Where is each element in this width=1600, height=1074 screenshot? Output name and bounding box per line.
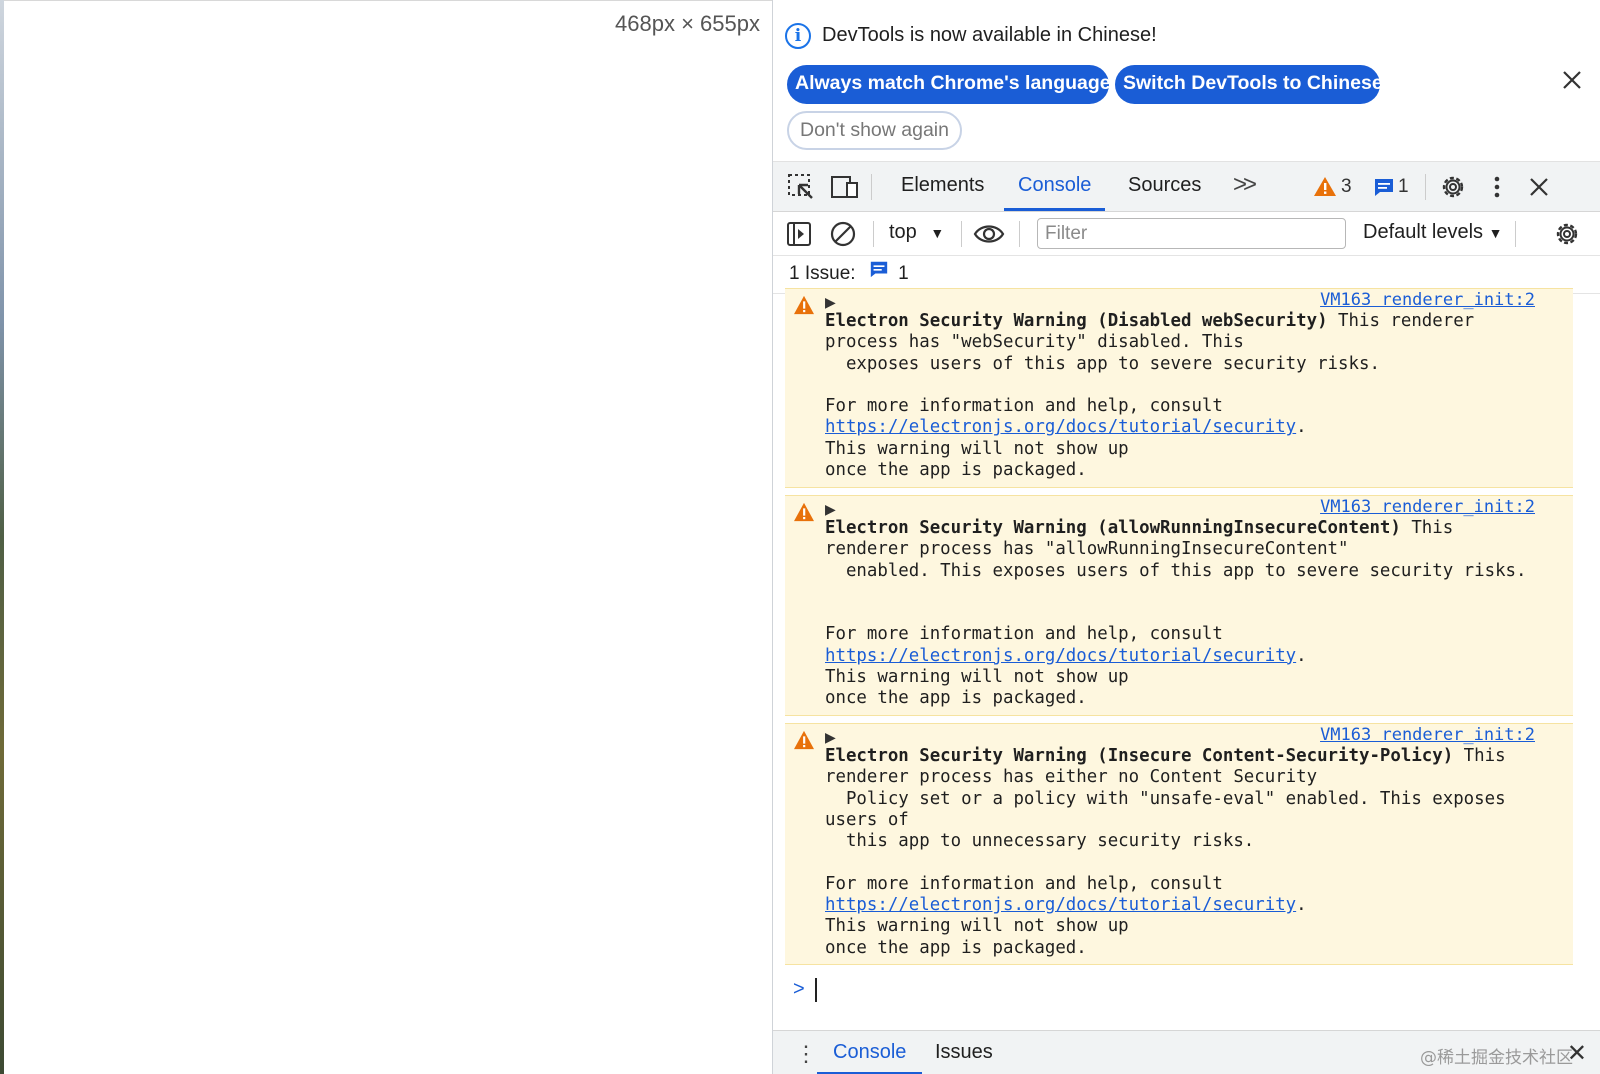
bottom-drawer: ⋮ Console Issues @稀土掘金技术社区 ✕ [773, 1030, 1600, 1074]
issues-count[interactable]: 1 [1398, 176, 1409, 198]
warnings-count[interactable]: 3 [1341, 176, 1352, 198]
dropdown-arrow-icon: ▼ [1488, 225, 1503, 241]
dropdown-arrow-icon: ▼ [930, 225, 945, 241]
tab-sources[interactable]: Sources [1114, 162, 1215, 211]
issues-icon [869, 256, 889, 292]
console-warning-message[interactable]: ▶ VM163 renderer_init:2 Electron Securit… [785, 288, 1573, 488]
separator [1515, 221, 1516, 247]
separator [871, 174, 872, 200]
warning-icon [793, 502, 815, 522]
page-viewport: 468px × 655px [4, 0, 772, 1074]
context-value: top [889, 221, 917, 243]
more-options-icon[interactable] [1481, 171, 1513, 203]
message-source-link[interactable]: VM163 renderer_init:2 [1320, 725, 1535, 745]
devtools-tabbar: Elements Console Sources >> 3 1 [773, 162, 1600, 212]
viewport-size-label: 468px × 655px [615, 11, 760, 36]
tab-console[interactable]: Console [1004, 162, 1106, 211]
more-tabs-button[interactable]: >> [1233, 171, 1257, 199]
warning-icon [793, 295, 815, 315]
warning-icon [793, 730, 815, 750]
levels-value: Default levels [1363, 221, 1484, 243]
info-icon: i [785, 23, 811, 49]
drawer-menu-icon[interactable]: ⋮ [795, 1041, 817, 1067]
separator [873, 221, 874, 247]
device-toolbar-icon[interactable] [829, 171, 861, 203]
log-levels-select[interactable]: Default levels ▼ [1363, 221, 1502, 244]
console-warning-message[interactable]: ▶ VM163 renderer_init:2 Electron Securit… [785, 495, 1573, 716]
message-title: Electron Security Warning (Disabled webS… [825, 311, 1328, 331]
always-match-language-button[interactable]: Always match Chrome's language [787, 65, 1111, 104]
message-title: Electron Security Warning (allowRunningI… [825, 518, 1401, 538]
context-select[interactable]: top ▼ [889, 221, 944, 244]
message-source-link[interactable]: VM163 renderer_init:2 [1320, 497, 1535, 517]
separator [1425, 174, 1426, 200]
message-title: Electron Security Warning (Insecure Cont… [825, 746, 1454, 766]
inspect-element-icon[interactable] [785, 171, 817, 203]
separator [961, 221, 962, 247]
sidebar-toggle-icon[interactable] [783, 218, 815, 250]
security-docs-link[interactable]: https://electronjs.org/docs/tutorial/sec… [825, 417, 1296, 437]
dont-show-again-button[interactable]: Don't show again [787, 111, 962, 150]
console-toolbar: top ▼ Default levels ▼ [773, 212, 1600, 256]
switch-to-chinese-button[interactable]: Switch DevTools to Chinese [1115, 65, 1383, 104]
close-icon[interactable] [1558, 66, 1586, 94]
clear-console-icon[interactable] [827, 218, 859, 250]
close-devtools-icon[interactable] [1523, 171, 1555, 203]
issues-icon[interactable] [1373, 176, 1395, 198]
issues-summary-count: 1 [898, 263, 909, 285]
settings-gear-icon[interactable] [1437, 171, 1469, 203]
console-input-caret[interactable] [815, 978, 817, 1002]
message-text: Electron Security Warning (allowRunningI… [825, 518, 1527, 710]
expand-triangle-icon[interactable]: ▶ [825, 294, 836, 311]
watermark-text: @稀土掘金技术社区 [1420, 1048, 1573, 1068]
separator [1019, 221, 1020, 247]
live-expression-eye-icon[interactable] [973, 218, 1005, 250]
issues-summary-label: 1 Issue: [789, 263, 856, 285]
drawer-tab-console[interactable]: Console [817, 1031, 923, 1074]
console-settings-gear-icon[interactable] [1551, 218, 1583, 250]
language-infobar: i DevTools is now available in Chinese! … [773, 0, 1600, 162]
filter-input[interactable] [1037, 218, 1346, 249]
devtools-panel: i DevTools is now available in Chinese! … [772, 0, 1600, 1074]
drawer-close-icon[interactable]: ✕ [1567, 1039, 1587, 1068]
message-source-link[interactable]: VM163 renderer_init:2 [1320, 290, 1535, 310]
message-text: Electron Security Warning (Disabled webS… [825, 311, 1474, 481]
infobar-message: DevTools is now available in Chinese! [822, 24, 1157, 46]
message-text: Electron Security Warning (Insecure Cont… [825, 746, 1506, 959]
expand-triangle-icon[interactable]: ▶ [825, 501, 836, 518]
expand-triangle-icon[interactable]: ▶ [825, 729, 836, 746]
drawer-tab-issues[interactable]: Issues [919, 1031, 1009, 1074]
console-warning-message[interactable]: ▶ VM163 renderer_init:2 Electron Securit… [785, 723, 1573, 965]
security-docs-link[interactable]: https://electronjs.org/docs/tutorial/sec… [825, 895, 1296, 915]
console-prompt-icon: > [793, 978, 805, 1000]
message-body: This renderer process has either no Cont… [825, 746, 1506, 894]
warning-icon[interactable] [1313, 175, 1337, 199]
tab-elements[interactable]: Elements [887, 162, 998, 211]
security-docs-link[interactable]: https://electronjs.org/docs/tutorial/sec… [825, 646, 1296, 666]
